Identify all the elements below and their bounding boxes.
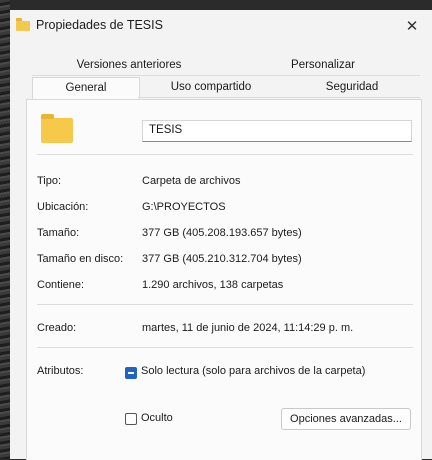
location-label: Ubicación: (37, 201, 89, 213)
close-button[interactable]: ✕ (392, 10, 432, 42)
hidden-checkbox[interactable] (125, 413, 137, 425)
tab-seguridad[interactable]: Seguridad (284, 77, 420, 98)
contains-value: 1.290 archivos, 138 carpetas (142, 279, 284, 291)
tabs-row-front: General Uso compartido Seguridad (32, 77, 420, 100)
divider (37, 304, 413, 305)
size-on-disk-label: Tamaño en disco: (37, 253, 124, 265)
tab-personalizar[interactable]: Personalizar (226, 55, 420, 76)
window-title: Propiedades de TESIS (36, 18, 163, 32)
created-value: martes, 11 de junio de 2024, 11:14:29 p.… (142, 322, 354, 334)
folder-icon (16, 18, 30, 31)
readonly-checkbox[interactable] (125, 367, 137, 379)
desktop-background (0, 0, 10, 459)
divider (37, 154, 413, 155)
tab-versiones-anteriores[interactable]: Versiones anteriores (32, 55, 226, 76)
location-value: G:\PROYECTOS (142, 201, 226, 213)
type-value: Carpeta de archivos (142, 175, 241, 187)
attributes-label: Atributos: (37, 365, 84, 377)
hidden-label: Oculto (141, 412, 173, 424)
size-label: Tamaño: (37, 227, 80, 239)
properties-window: Propiedades de TESIS ✕ Versiones anterio… (10, 10, 432, 460)
title-bar[interactable]: Propiedades de TESIS ✕ (10, 10, 432, 42)
type-label: Tipo: (37, 175, 62, 187)
general-panel: TESIS Tipo: Carpeta de archivos Ubicació… (26, 99, 422, 460)
tab-uso-compartido[interactable]: Uso compartido (138, 77, 284, 98)
created-label: Creado: (37, 322, 77, 334)
readonly-label: Solo lectura (solo para archivos de la c… (141, 365, 366, 377)
advanced-options-button[interactable]: Opciones avanzadas... (281, 408, 411, 430)
size-value: 377 GB (405.208.193.657 bytes) (142, 227, 302, 239)
folder-name-input[interactable]: TESIS (142, 120, 412, 142)
tabs-row-back: Versiones anteriores Personalizar (32, 55, 420, 77)
size-on-disk-value: 377 GB (405.210.312.704 bytes) (142, 253, 302, 265)
tab-general[interactable]: General (32, 77, 140, 100)
divider (37, 347, 413, 348)
contains-label: Contiene: (37, 279, 85, 291)
folder-icon (41, 114, 73, 143)
